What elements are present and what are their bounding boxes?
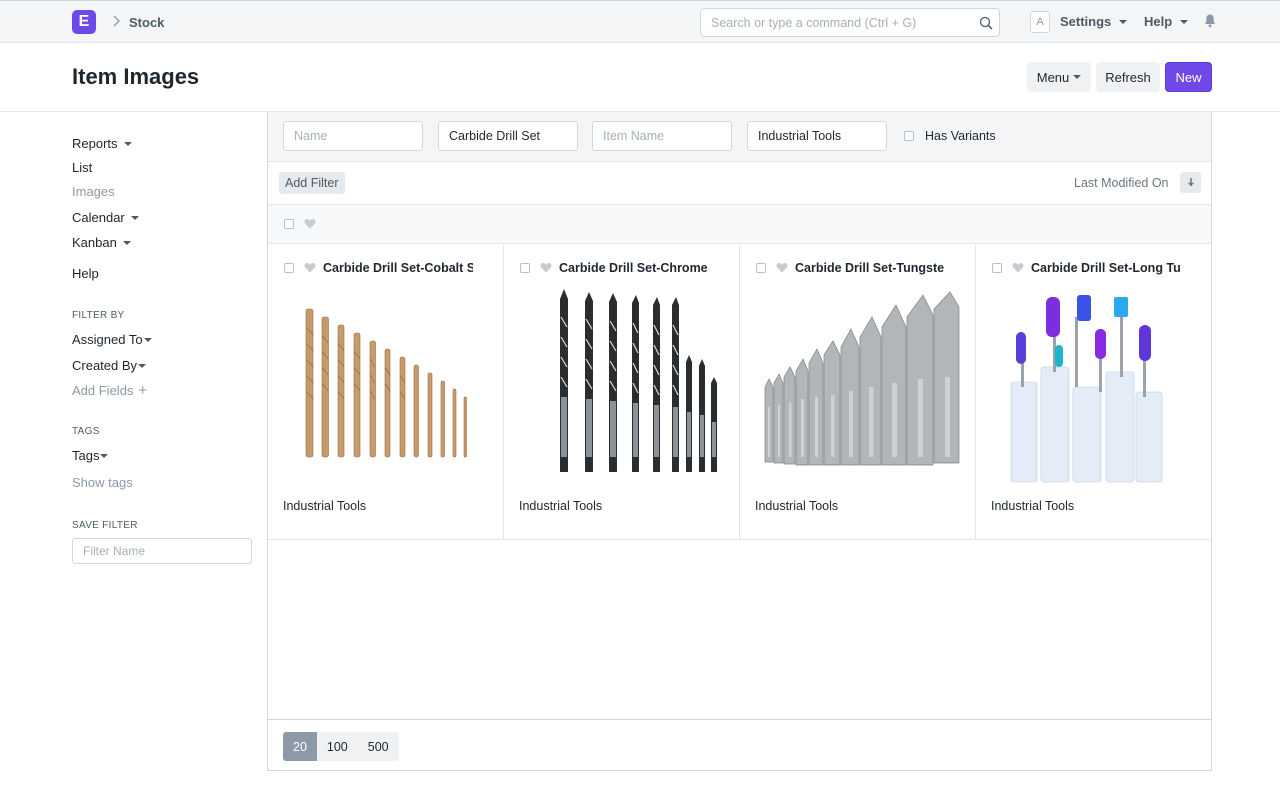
has-variants-label: Has Variants (925, 129, 996, 143)
save-filter-heading: SAVE FILTER (72, 520, 138, 531)
card-checkbox[interactable] (520, 263, 530, 273)
heart-icon[interactable] (304, 262, 316, 273)
sidebar-item-calendar[interactable]: Calendar (72, 210, 139, 225)
card-checkbox[interactable] (756, 263, 766, 273)
caret-down-icon (138, 363, 147, 368)
search-input[interactable] (701, 9, 971, 36)
breadcrumb-stock[interactable]: Stock (129, 15, 164, 30)
image-card[interactable]: Carbide Drill Set-Long Tube Industrial T… (976, 245, 1212, 540)
card-checkbox[interactable] (284, 263, 294, 273)
nail-drill-bits-image[interactable] (991, 287, 1196, 487)
sidebar-item-label: Calendar (72, 210, 125, 225)
card-title[interactable]: Carbide Drill Set-Chrome (559, 261, 709, 275)
image-card[interactable]: Carbide Drill Set-Cobalt Steel (268, 245, 504, 540)
caret-down-icon (1073, 75, 1082, 79)
filter-name-input[interactable] (72, 538, 252, 564)
card-item-group: Industrial Tools (755, 499, 839, 513)
tags-heading: TAGS (72, 426, 100, 437)
card-title[interactable]: Carbide Drill Set-Tungsten (795, 261, 945, 275)
list-paging-area: 20 100 500 (268, 719, 1211, 771)
list-header (268, 204, 1211, 244)
sidebar-item-label: Kanban (72, 235, 117, 250)
image-card[interactable]: Carbide Drill Set-Chrome Industrial Tool… (504, 245, 740, 540)
new-button[interactable]: New (1165, 62, 1212, 92)
caret-down-icon (123, 141, 132, 146)
page-length-500-button[interactable]: 500 (357, 732, 399, 761)
avatar[interactable]: A (1030, 11, 1050, 33)
card-item-group: Industrial Tools (991, 499, 1075, 513)
menu-label: Menu (1036, 69, 1070, 85)
filter-by-heading: FILTER BY (72, 310, 125, 321)
help-dropdown[interactable]: Help (1144, 14, 1189, 29)
sidebar-item-list[interactable]: List (72, 160, 92, 175)
navbar: E Stock A Settings Help (0, 0, 1280, 43)
add-fields-button[interactable]: Add Fields + (72, 382, 147, 399)
created-by-filter[interactable]: Created By (72, 358, 147, 373)
heart-icon[interactable] (1012, 262, 1024, 273)
refresh-button[interactable]: Refresh (1096, 62, 1160, 92)
page-length-20-button[interactable]: 20 (283, 732, 317, 761)
cobalt-drill-bits-image[interactable] (283, 287, 488, 487)
show-tags-link[interactable]: Show tags (72, 475, 133, 490)
card-item-group: Industrial Tools (283, 499, 367, 513)
sort-selector[interactable]: Last Modified On (1074, 176, 1169, 190)
heart-icon[interactable] (776, 262, 788, 273)
caret-down-icon (1180, 19, 1189, 24)
chevron-right-icon (113, 15, 120, 27)
heart-icon[interactable] (540, 262, 552, 273)
assigned-to-label: Assigned To (72, 332, 143, 347)
main-panel: Has Variants Add Filter Last Modified On… (267, 112, 1212, 771)
page-title: Item Images (72, 64, 200, 89)
chrome-drill-bits-image[interactable] (519, 287, 724, 487)
sidebar-item-help[interactable]: Help (72, 266, 99, 281)
caret-down-icon (143, 337, 152, 342)
add-fields-label: Add Fields (72, 383, 134, 398)
add-filter-button[interactable]: Add Filter (279, 172, 345, 194)
help-label: Help (1144, 14, 1173, 29)
standard-filter-bar: Has Variants (268, 112, 1211, 162)
page-length-selector: 20 100 500 (283, 732, 399, 761)
arrow-down-icon (1187, 178, 1194, 187)
page-length-100-button[interactable]: 100 (316, 732, 358, 761)
sidebar-item-label: Reports (72, 136, 118, 151)
image-grid: Carbide Drill Set-Cobalt Steel (268, 245, 1211, 540)
heart-icon[interactable] (304, 218, 316, 229)
sort-order-button[interactable] (1180, 172, 1201, 193)
sidebar-item-images[interactable]: Images (72, 184, 115, 199)
settings-dropdown[interactable]: Settings (1060, 14, 1128, 29)
created-by-label: Created By (72, 358, 138, 373)
card-title[interactable]: Carbide Drill Set-Long Tube (1031, 261, 1181, 275)
brand-filter-input[interactable] (747, 121, 887, 151)
settings-label: Settings (1060, 14, 1112, 29)
sidebar-item-kanban[interactable]: Kanban (72, 235, 131, 250)
caret-down-icon (130, 215, 139, 220)
caret-down-icon (1119, 19, 1128, 24)
caret-down-icon (100, 453, 109, 458)
card-checkbox[interactable] (992, 263, 1002, 273)
app-logo[interactable]: E (72, 10, 96, 34)
search-bar (700, 8, 1000, 37)
item-group-filter-input[interactable] (438, 121, 578, 151)
assigned-to-filter[interactable]: Assigned To (72, 332, 152, 347)
menu-button[interactable]: Menu (1027, 62, 1091, 92)
tungsten-drill-bits-image[interactable] (755, 287, 960, 487)
bell-icon[interactable] (1203, 13, 1217, 28)
image-card[interactable]: Carbide Drill Set-Tungsten Industrial To… (740, 245, 976, 540)
item-name-filter-input[interactable] (592, 121, 732, 151)
sidebar-item-reports[interactable]: Reports (72, 136, 132, 151)
search-icon[interactable] (979, 16, 993, 30)
card-item-group: Industrial Tools (519, 499, 603, 513)
tags-dropdown[interactable]: Tags (72, 448, 109, 463)
tags-label: Tags (72, 448, 100, 463)
caret-down-icon (122, 240, 131, 245)
plus-icon: + (138, 382, 148, 399)
card-title[interactable]: Carbide Drill Set-Cobalt Steel (323, 261, 473, 275)
has-variants-checkbox[interactable] (904, 131, 914, 141)
select-all-checkbox[interactable] (284, 219, 294, 229)
name-filter-input[interactable] (283, 121, 423, 151)
